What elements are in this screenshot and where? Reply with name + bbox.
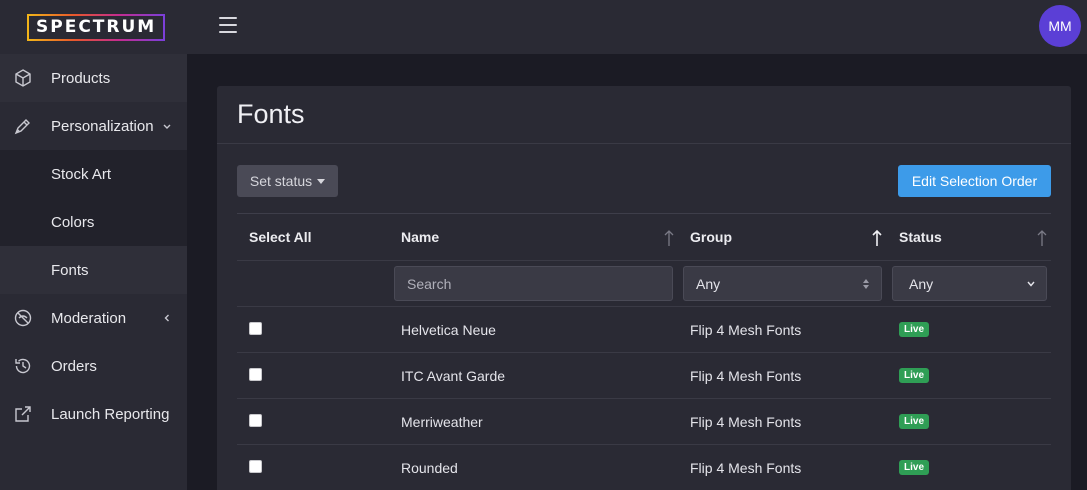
font-group: Flip 4 Mesh Fonts <box>690 413 802 430</box>
fonts-card: Fonts Set status Edit Selection Order Se… <box>217 86 1071 490</box>
top-bar: MM <box>187 0 1087 54</box>
sidebar-item-colors[interactable]: Colors <box>0 198 187 246</box>
row-checkbox[interactable] <box>249 414 262 427</box>
sort-arrow-icon[interactable] <box>663 228 675 248</box>
status-cell: Live <box>899 353 930 398</box>
pen-icon <box>14 119 30 135</box>
sidebar-item-label: Launch Reporting <box>51 405 170 423</box>
group-filter-value: Any <box>696 275 721 292</box>
menu-icon[interactable] <box>219 17 237 33</box>
sidebar-item-label: Moderation <box>51 309 127 327</box>
status-filter-select[interactable]: Any <box>892 266 1047 301</box>
status-badge: Live <box>899 368 930 383</box>
status-cell: Live <box>899 307 930 352</box>
external-link-icon <box>15 406 31 422</box>
set-status-label: Set status <box>249 173 313 189</box>
logo-area[interactable]: SPECTRUM <box>0 0 187 54</box>
sort-updown-icon <box>863 279 869 289</box>
font-name: ITC Avant Garde <box>401 367 506 384</box>
sort-arrow-icon[interactable] <box>1036 228 1048 248</box>
column-header-group[interactable]: Group <box>690 214 732 260</box>
sidebar-item-launch-reporting[interactable]: Launch Reporting <box>0 390 187 438</box>
edit-selection-order-button[interactable]: Edit Selection Order <box>898 165 1051 197</box>
cube-icon <box>15 69 31 87</box>
sidebar-item-label: Products <box>51 69 111 87</box>
sidebar-item-label: Fonts <box>51 261 89 279</box>
sidebar-item-label: Stock Art <box>51 165 112 183</box>
set-status-button[interactable]: Set status <box>237 165 338 197</box>
sidebar-item-personalization[interactable]: Personalization <box>0 102 187 150</box>
fonts-table: Select All Name Group Status Any Any Hel… <box>237 213 1051 490</box>
table-row[interactable]: Rounded Flip 4 Mesh Fonts Live <box>237 444 1051 490</box>
card-header: Fonts <box>217 86 1071 144</box>
status-cell: Live <box>899 399 930 444</box>
row-checkbox[interactable] <box>249 322 262 335</box>
column-header-status[interactable]: Status <box>899 214 942 260</box>
font-name: Rounded <box>401 459 458 476</box>
table-row[interactable]: ITC Avant Garde Flip 4 Mesh Fonts Live <box>237 352 1051 398</box>
sidebar-item-moderation[interactable]: Moderation <box>0 294 187 342</box>
table-header: Select All Name Group Status <box>237 213 1051 260</box>
select-all-link[interactable]: Select All <box>249 214 312 260</box>
status-badge: Live <box>899 414 930 429</box>
sidebar-item-label: Colors <box>51 213 95 231</box>
caret-down-icon <box>317 178 326 184</box>
font-name: Merriweather <box>401 413 483 430</box>
sidebar-item-products[interactable]: Products <box>0 54 187 102</box>
sidebar: SPECTRUM Products Personalization Stock … <box>0 0 187 490</box>
status-badge: Live <box>899 322 930 337</box>
status-cell: Live <box>899 445 930 490</box>
sidebar-item-orders[interactable]: Orders <box>0 342 187 390</box>
table-row[interactable]: Merriweather Flip 4 Mesh Fonts Live <box>237 398 1051 444</box>
group-filter-select[interactable]: Any <box>683 266 882 301</box>
table-row[interactable]: Helvetica Neue Flip 4 Mesh Fonts Live <box>237 306 1051 352</box>
sidebar-item-label: Personalization <box>51 117 154 135</box>
sort-arrow-icon[interactable] <box>871 228 883 248</box>
avatar[interactable]: MM <box>1039 5 1081 47</box>
status-filter-value: Any <box>909 275 934 292</box>
font-group: Flip 4 Mesh Fonts <box>690 367 802 384</box>
sidebar-item-stock-art[interactable]: Stock Art <box>0 150 187 198</box>
sidebar-item-fonts[interactable]: Fonts <box>0 246 187 294</box>
status-badge: Live <box>899 460 930 475</box>
eye-slash-icon <box>14 309 32 327</box>
page-title: Fonts <box>237 99 305 129</box>
row-checkbox[interactable] <box>249 460 262 473</box>
font-name: Helvetica Neue <box>401 321 496 338</box>
font-group: Flip 4 Mesh Fonts <box>690 321 802 338</box>
sidebar-item-label: Orders <box>51 357 97 375</box>
history-icon <box>15 358 31 374</box>
chevron-down-icon <box>163 124 171 129</box>
column-header-name[interactable]: Name <box>401 214 439 260</box>
font-group: Flip 4 Mesh Fonts <box>690 459 802 476</box>
spectrum-logo[interactable]: SPECTRUM <box>27 13 166 41</box>
chevron-down-icon <box>1027 281 1035 287</box>
row-checkbox[interactable] <box>249 368 262 381</box>
chevron-left-icon <box>164 314 169 322</box>
filter-row: Any Any <box>237 260 1051 306</box>
search-input[interactable] <box>394 266 673 301</box>
